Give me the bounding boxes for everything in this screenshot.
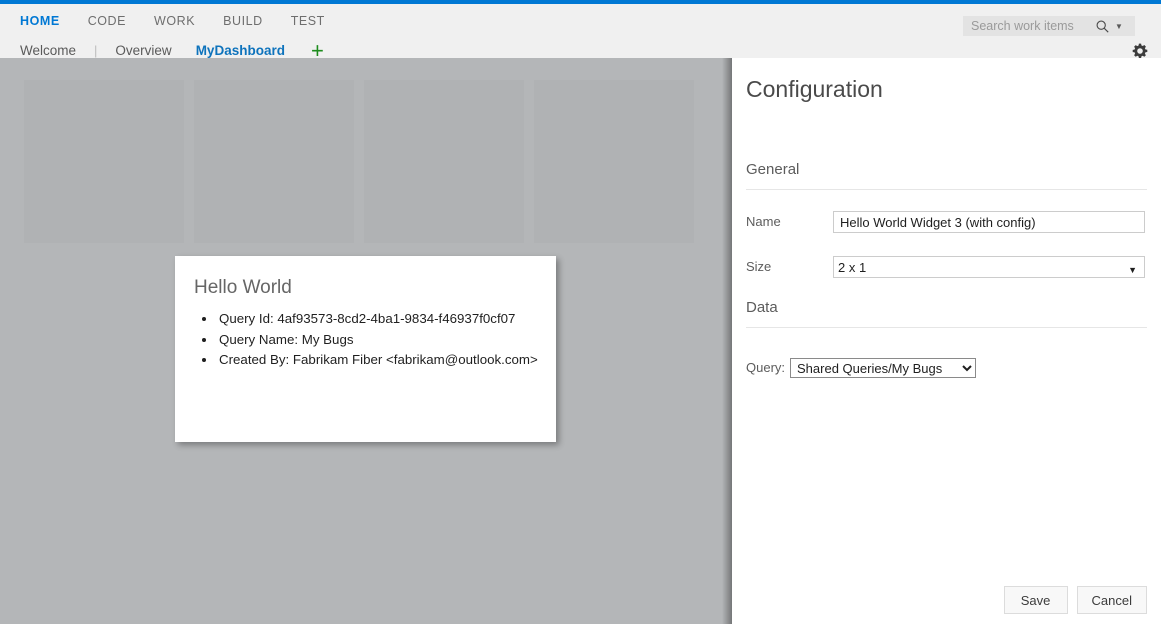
widget-preview-title: Hello World <box>175 256 556 300</box>
primary-nav-item-code[interactable]: CODE <box>74 13 140 29</box>
search-icon[interactable] <box>1093 16 1111 36</box>
config-panel-title: Configuration <box>746 74 883 104</box>
config-panel-actions: Save Cancel <box>1004 586 1147 614</box>
widget-preview-detail-created-by: Created By: Fabrikam Fiber <fabrikam@out… <box>217 350 556 371</box>
dashboard-tile[interactable] <box>194 80 354 243</box>
name-field-control <box>833 211 1145 233</box>
size-field-control: 1 x 12 x 12 x 23 x 24 x 2 ▼ <box>833 256 1145 278</box>
primary-nav-item-test[interactable]: TEST <box>277 13 339 29</box>
name-input[interactable] <box>833 211 1145 233</box>
dashboard-tile[interactable] <box>364 80 524 243</box>
widget-preview-detail-query-id: Query Id: 4af93573-8cd2-4ba1-9834-f46937… <box>217 309 556 330</box>
size-select-wrapper: 1 x 12 x 12 x 23 x 24 x 2 ▼ <box>833 259 1145 276</box>
config-field-query: Query: Shared Queries/My BugsShared Quer… <box>746 358 976 378</box>
app-header: HOME CODE WORK BUILD TEST Welcome | Over… <box>0 4 1161 58</box>
config-section-general-header: General <box>746 161 1147 190</box>
widget-preview-detail-query-name: Query Name: My Bugs <box>217 330 556 351</box>
config-field-name: Name <box>746 211 1147 233</box>
cancel-button[interactable]: Cancel <box>1077 586 1147 614</box>
primary-nav-item-home[interactable]: HOME <box>16 13 74 29</box>
config-section-data-header: Data <box>746 299 1147 328</box>
query-select[interactable]: Shared Queries/My BugsShared Queries/All… <box>790 358 976 378</box>
configuration-panel: Configuration General Name Size 1 x 12 x… <box>732 58 1161 624</box>
size-field-label: Size <box>746 258 771 276</box>
size-select[interactable]: 1 x 12 x 12 x 23 x 24 x 2 <box>833 256 1145 278</box>
dashboard-tile[interactable] <box>534 80 694 243</box>
widget-preview-card[interactable]: Hello World Query Id: 4af93573-8cd2-4ba1… <box>175 256 556 442</box>
config-field-size: Size 1 x 12 x 12 x 23 x 24 x 2 ▼ <box>746 256 1147 278</box>
query-field-label: Query: <box>746 359 785 377</box>
name-field-label: Name <box>746 213 781 231</box>
dashboard-tile[interactable] <box>24 80 184 243</box>
search-input[interactable] <box>963 17 1093 35</box>
save-button[interactable]: Save <box>1004 586 1068 614</box>
search-box[interactable]: ▼ <box>963 16 1135 36</box>
chevron-down-icon[interactable]: ▼ <box>1111 16 1127 36</box>
primary-nav-item-build[interactable]: BUILD <box>209 13 277 29</box>
primary-navigation: HOME CODE WORK BUILD TEST <box>16 13 339 29</box>
primary-nav-item-work[interactable]: WORK <box>140 13 209 29</box>
config-panel-shadow <box>722 58 732 624</box>
widget-preview-detail-list: Query Id: 4af93573-8cd2-4ba1-9834-f46937… <box>175 309 556 371</box>
